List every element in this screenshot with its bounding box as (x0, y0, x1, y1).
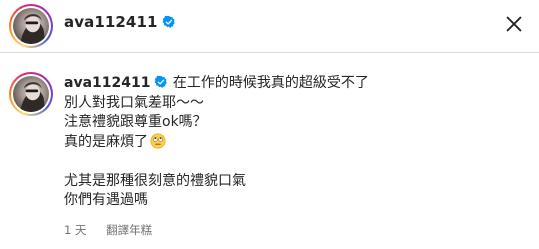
comment-line: 注意禮貌跟尊重ok嗎？ (64, 114, 207, 130)
comment-blank-line (64, 152, 524, 172)
verified-badge-icon (162, 15, 175, 29)
header-avatar[interactable] (9, 4, 53, 48)
comment-text: ava112411 在工作的時候我真的超級受不了 別人對我口氣差耶～～ 注意禮貌… (64, 74, 524, 211)
comment-timestamp[interactable]: 1 天 (64, 223, 86, 237)
comment-meta: 1 天 翻譯年糕 (64, 222, 152, 238)
verified-badge-icon (155, 75, 168, 89)
close-icon[interactable] (503, 13, 525, 35)
comment-username[interactable]: ava112411 (64, 75, 150, 91)
header-divider (0, 52, 539, 53)
header-username-text[interactable]: ava112411 (64, 13, 158, 31)
comment-line: 你們有遇過嗎 (64, 192, 148, 208)
comment-line: 真的是麻煩了 (64, 133, 148, 150)
comment-line-with-emoji: 真的是麻煩了 (64, 132, 524, 153)
post-header: ava112411 (0, 0, 539, 52)
header-username[interactable]: ava112411 (64, 13, 176, 31)
rolling-eyes-face-icon (150, 132, 166, 149)
comment-line: 尤其是那種很刻意的禮貌口氣 (64, 172, 246, 189)
avatar-photo-icon (20, 14, 46, 44)
comment-avatar[interactable] (9, 72, 53, 116)
comment-line: 在工作的時候我真的超級受不了 (172, 75, 369, 91)
comment-line: 別人對我口氣差耶～～ (64, 94, 204, 111)
translate-button[interactable]: 翻譯年糕 (106, 223, 152, 237)
comment-first-line: ava112411 在工作的時候我真的超級受不了 (64, 74, 524, 94)
avatar-photo-icon (20, 82, 46, 112)
